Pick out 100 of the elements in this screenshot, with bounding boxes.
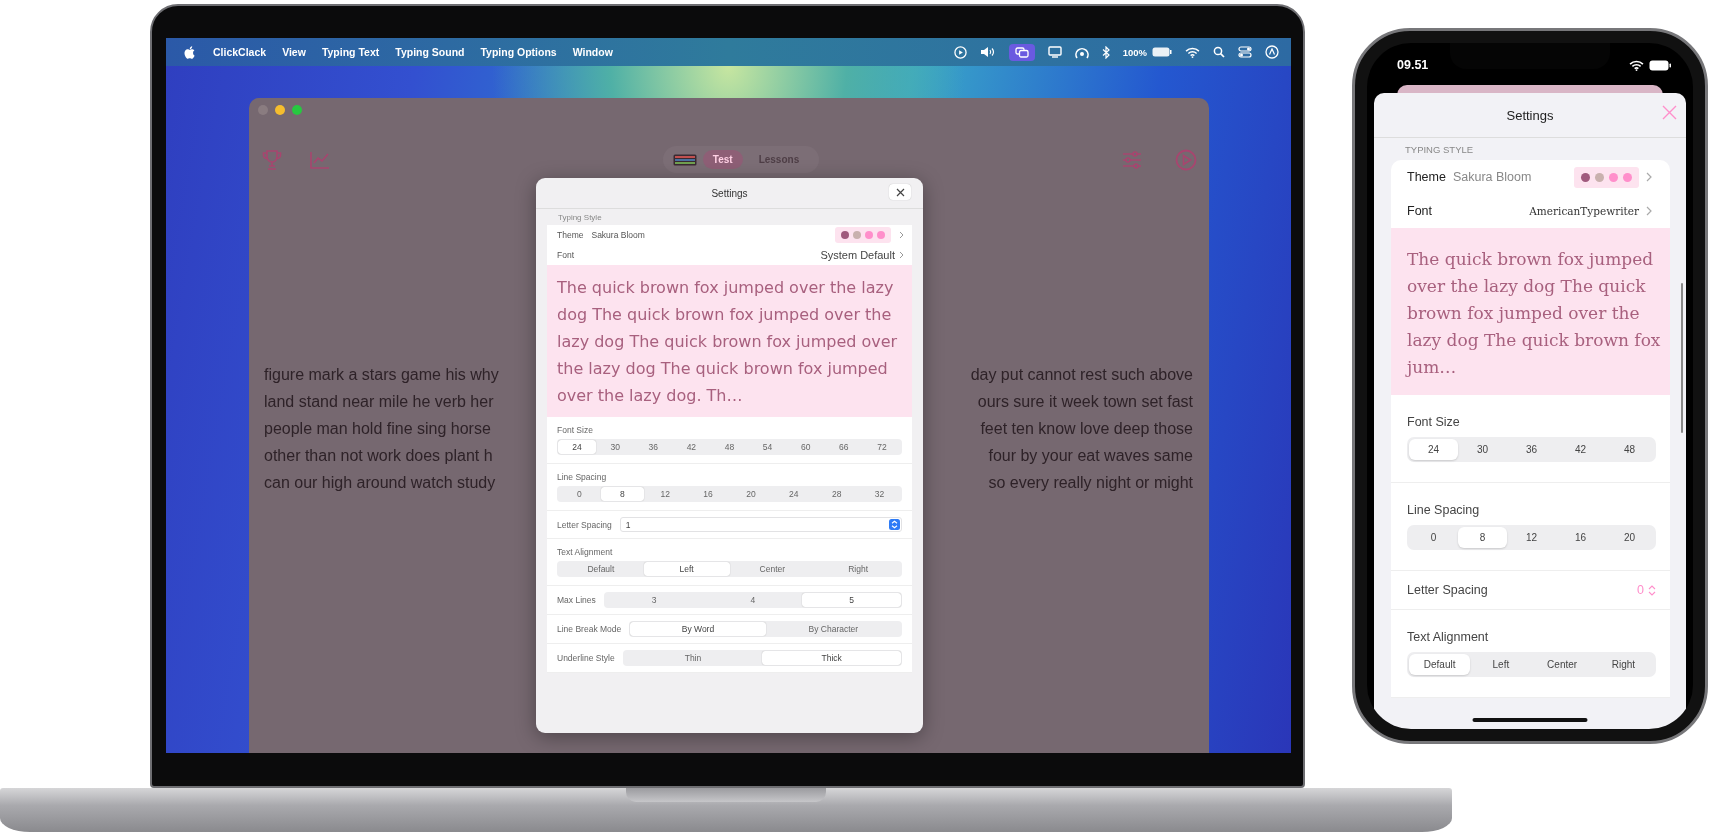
close-icon: [895, 187, 905, 197]
segment-option[interactable]: 36: [1507, 439, 1556, 460]
theme-row[interactable]: Theme Sakura Bloom: [1391, 160, 1670, 194]
segment-option[interactable]: 60: [786, 440, 825, 454]
segment-option[interactable]: Right: [815, 562, 901, 576]
segment-option[interactable]: Default: [558, 562, 644, 576]
typing-text: four by your eat waves same: [988, 446, 1193, 466]
segment-option[interactable]: 48: [710, 440, 749, 454]
battery-icon[interactable]: [1152, 47, 1172, 57]
segment-option[interactable]: By Word: [630, 622, 766, 636]
segment-option[interactable]: 66: [824, 440, 863, 454]
menu-item[interactable]: View: [282, 46, 306, 58]
search-icon[interactable]: [1213, 46, 1225, 58]
segment-option[interactable]: Center: [1531, 654, 1593, 675]
segment-option[interactable]: 12: [643, 487, 687, 501]
typing-text: day put cannot rest such above: [970, 365, 1193, 385]
segment-option[interactable]: 32: [858, 487, 901, 501]
segment-option[interactable]: 42: [672, 440, 711, 454]
segment-option[interactable]: By Character: [765, 622, 901, 636]
setting-label: Font Size: [557, 425, 594, 435]
typing-text: other than not work does plant h: [264, 446, 493, 466]
segment-option[interactable]: 54: [748, 440, 787, 454]
user-circle-icon[interactable]: [1265, 45, 1279, 59]
segment-option[interactable]: Left: [643, 562, 730, 576]
segment-option[interactable]: 72: [862, 440, 901, 454]
segment-option[interactable]: Center: [729, 562, 816, 576]
display-icon[interactable]: [1047, 46, 1062, 58]
theme-row[interactable]: Theme Sakura Bloom: [547, 225, 912, 245]
segment-option[interactable]: 12: [1507, 527, 1556, 548]
typing-text: so every really night or might: [988, 473, 1193, 493]
segment-option[interactable]: 20: [1605, 527, 1654, 548]
segment-option[interactable]: 36: [634, 440, 673, 454]
segment-option[interactable]: 42: [1556, 439, 1605, 460]
setting-label: Line Spacing: [1407, 503, 1481, 517]
chevron-right-icon: [1646, 206, 1652, 216]
setting-label: Max Lines: [557, 595, 596, 605]
menu-item[interactable]: Typing Options: [480, 46, 557, 58]
app-menu[interactable]: ClickClack: [213, 46, 267, 58]
menu-item[interactable]: Window: [572, 46, 613, 58]
bluetooth-icon[interactable]: [1101, 45, 1110, 59]
status-time: 09.51: [1397, 58, 1429, 72]
segment-option[interactable]: 8: [1458, 527, 1507, 548]
typing-text: feet ten know love deep those: [980, 419, 1193, 439]
preview-text: The quick brown fox jumped over the lazy dog The quick brown fox jumped over the lazy dog The quick brown fox jumped over the lazy dog The quick brown fox jumped over the lazy dog. Th…: [547, 265, 912, 417]
font-row[interactable]: Font AmericanTypewriter: [1391, 194, 1670, 228]
setting-label: Underline Style: [557, 653, 615, 663]
setting-label: Letter Spacing: [1407, 583, 1488, 597]
keyboard-icon[interactable]: [672, 153, 697, 166]
hotspot-icon[interactable]: [1074, 45, 1089, 59]
segment-option[interactable]: Thin: [623, 651, 763, 665]
chevron-right-icon: [1646, 172, 1652, 182]
segment-option[interactable]: Left: [1470, 654, 1532, 675]
segment-option[interactable]: 3: [604, 593, 704, 607]
menu-item[interactable]: Typing Text: [321, 46, 380, 58]
segment-option[interactable]: 0: [1409, 527, 1458, 548]
screen-mirroring-icon[interactable]: [1008, 43, 1035, 61]
segment-option[interactable]: 4: [703, 593, 803, 607]
mode-tab[interactable]: Test: [702, 150, 743, 169]
battery-percent: 100%: [1122, 46, 1147, 58]
segment-option[interactable]: 24: [558, 440, 597, 454]
speaker-icon[interactable]: [979, 46, 996, 58]
segment-option[interactable]: 8: [600, 487, 644, 501]
chevron-right-icon: [899, 251, 904, 259]
menu-item[interactable]: Typing Sound: [395, 46, 465, 58]
segment-option[interactable]: Thick: [762, 651, 901, 665]
setting-label: Line Spacing: [557, 472, 608, 482]
control-center-icon[interactable]: [1238, 46, 1252, 58]
close-button[interactable]: [889, 184, 911, 200]
segment-option[interactable]: 28: [815, 487, 859, 501]
stepper-icon[interactable]: [889, 519, 900, 530]
chevron-right-icon: [899, 231, 904, 239]
segment-option[interactable]: Default: [1409, 654, 1471, 675]
font-row[interactable]: Font System Default: [547, 245, 912, 265]
segment-option[interactable]: 16: [686, 487, 730, 501]
setting-label: Text Alignment: [1407, 630, 1490, 644]
section-header: TYPING STYLE: [1404, 144, 1475, 157]
segment-option[interactable]: 48: [1605, 439, 1654, 460]
typing-text: people man hold fine sing horse: [264, 419, 491, 439]
setting-label: Letter Spacing: [557, 519, 612, 530]
setting-label: Text Alignment: [557, 547, 614, 557]
segment-option[interactable]: 0: [558, 487, 601, 501]
segment-option[interactable]: 20: [729, 487, 773, 501]
segment-option[interactable]: 24: [772, 487, 816, 501]
segment-option[interactable]: 5: [802, 593, 901, 607]
sliders-icon[interactable]: [1121, 149, 1143, 170]
typing-text: ours sure it week town set fast: [977, 392, 1193, 412]
typing-text: land stand near mile he verb her: [264, 392, 494, 412]
preview-text: The quick brown fox jumped over the lazy dog The quick brown fox jumped over the lazy dog The quick brown fox jum…: [1391, 228, 1670, 395]
segment-option[interactable]: 30: [596, 440, 635, 454]
minimize-window-button[interactable]: [275, 105, 285, 115]
dialog-title: Settings: [711, 187, 748, 199]
apple-logo-icon[interactable]: [184, 45, 195, 59]
wifi-icon[interactable]: [1185, 46, 1200, 58]
segment-option[interactable]: Right: [1592, 654, 1654, 675]
segment-option[interactable]: 16: [1556, 527, 1605, 548]
segment-option[interactable]: 30: [1458, 439, 1507, 460]
typing-text: figure mark a stars game his why: [264, 365, 499, 385]
number-field[interactable]: 1: [619, 517, 902, 532]
battery-icon: [1649, 59, 1671, 71]
segment-option[interactable]: 24: [1409, 439, 1458, 460]
